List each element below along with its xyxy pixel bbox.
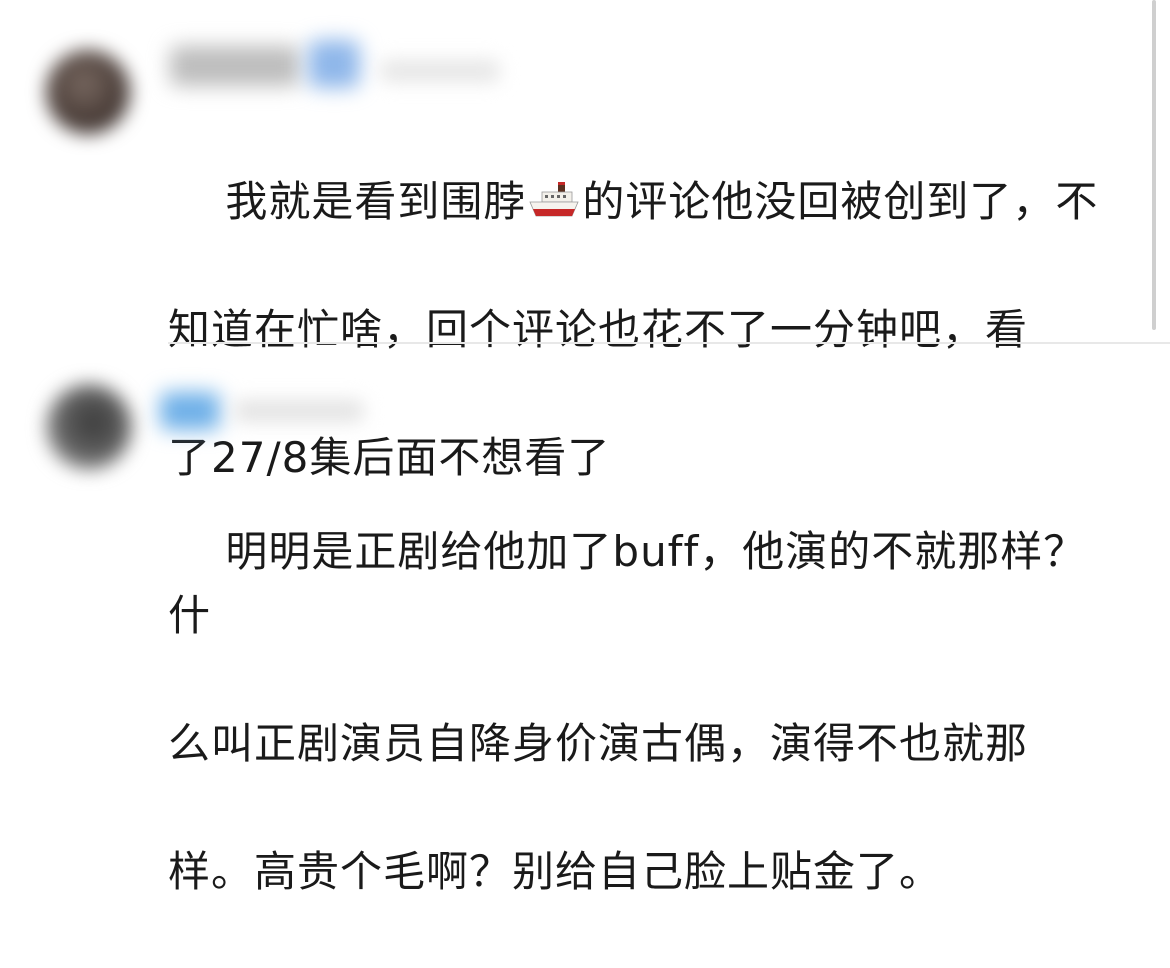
- comment-text-line1: 我就是看到围脖 的评论他没回被创到了，不: [225, 177, 1099, 226]
- comment-text-line2: 么叫正剧演员自降身价演古偶，演得不也就那: [168, 719, 1029, 768]
- comment-meta-blurred: [380, 60, 500, 82]
- comment-item-2: 明明是正剧给他加了buff，他演的不就那样？什 么叫正剧演员自降身价演古偶，演得…: [0, 344, 1170, 896]
- username-blurred[interactable]: [160, 392, 220, 430]
- comment-text-line1: 明明是正剧给他加了buff，他演的不就那样？什: [168, 527, 1087, 640]
- username-blurred[interactable]: [170, 46, 300, 86]
- comment-text: 明明是正剧给他加了buff，他演的不就那样？什 么叫正剧演员自降身价演古偶，演得…: [168, 456, 1128, 968]
- user-avatar[interactable]: [46, 50, 130, 134]
- comment-meta-blurred: [234, 400, 364, 422]
- ship-icon: [529, 182, 580, 217]
- comment-text-line3: 样。高贵个毛啊？别给自己脸上贴金了。: [168, 847, 943, 896]
- user-avatar[interactable]: [46, 384, 132, 470]
- verified-badge-icon: [308, 40, 360, 88]
- comment-item-1: 我就是看到围脖 的评论他没回被创到了，不 知道在忙啥，回个评论也花不了一分钟吧，…: [0, 0, 1170, 482]
